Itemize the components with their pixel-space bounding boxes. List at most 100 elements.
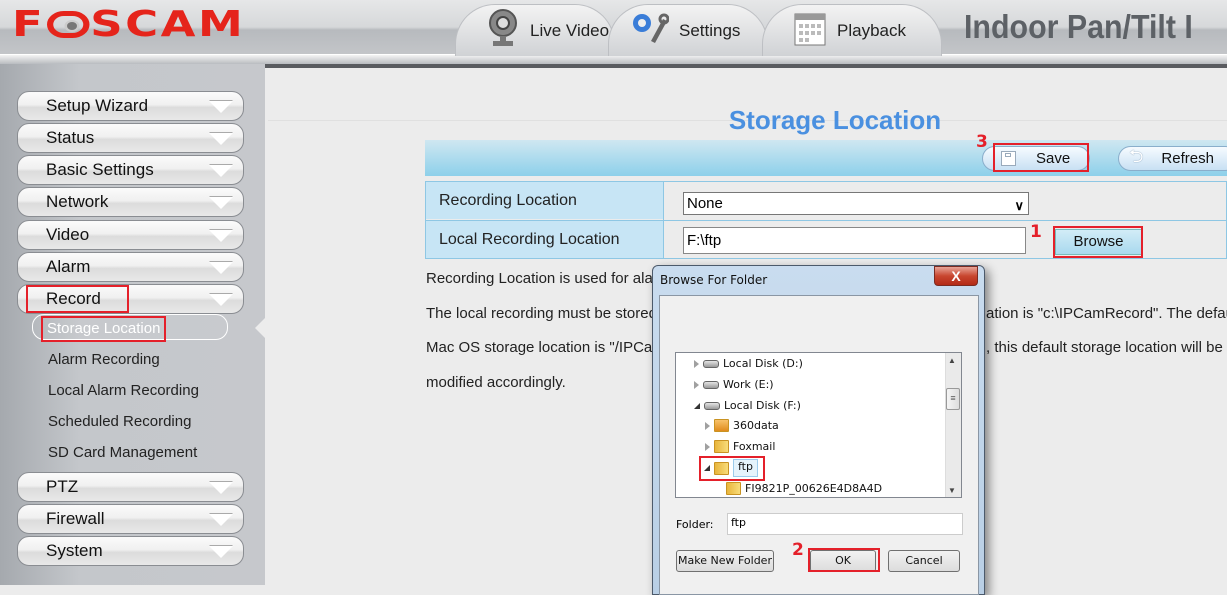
refresh-icon: ⮌	[1129, 145, 1144, 166]
sidebar-item-basic-settings[interactable]: Basic Settings	[17, 155, 244, 185]
column-divider	[663, 182, 664, 258]
description-line-3-cont: , this default storage location will be	[986, 339, 1223, 356]
make-new-folder-button[interactable]: Make New Folder	[676, 550, 774, 572]
folder-icon	[714, 419, 729, 432]
drive-icon	[703, 380, 719, 389]
drive-icon	[703, 359, 719, 368]
submenu-sd-card-management[interactable]: SD Card Management	[48, 444, 197, 461]
close-icon[interactable]: X	[934, 266, 978, 286]
chevron-down-icon	[209, 482, 233, 494]
submenu-local-alarm-recording[interactable]: Local Alarm Recording	[48, 382, 199, 399]
local-recording-location-label: Local Recording Location	[426, 221, 663, 258]
active-pointer	[255, 318, 265, 338]
tree-item-fi9821p[interactable]: FI9821P_00626E4D8A4D	[726, 482, 882, 495]
tab-label: Settings	[679, 20, 741, 40]
chevron-down-icon	[209, 101, 233, 113]
page-title: Storage Location	[728, 105, 942, 135]
step-number-1: 1	[1030, 222, 1042, 242]
chevron-down-icon	[209, 230, 233, 242]
scroll-down-icon[interactable]: ▼	[948, 486, 956, 495]
tab-playback[interactable]: Playback	[762, 4, 942, 56]
chevron-down-icon	[209, 546, 233, 558]
gears-wrench-icon	[629, 11, 670, 50]
chevron-down-icon	[209, 165, 233, 177]
expand-arrow-icon[interactable]	[694, 380, 699, 389]
folder-label: Folder:	[676, 518, 714, 531]
chevron-down-icon	[209, 197, 233, 209]
webcam-icon	[486, 8, 520, 53]
highlight-box-ftp	[699, 456, 765, 481]
description-line-1: Recording Location is used for ala	[426, 270, 653, 287]
refresh-button[interactable]: ⮌ Refresh	[1118, 146, 1227, 171]
chevron-down-icon	[209, 262, 233, 274]
tab-settings[interactable]: Settings	[608, 4, 768, 56]
chevron-down-icon	[209, 514, 233, 526]
collapse-arrow-icon[interactable]	[694, 402, 700, 409]
menu-label: Firewall	[46, 509, 105, 528]
calendar-icon	[793, 9, 827, 52]
product-title: Indoor Pan/Tilt I	[964, 8, 1193, 45]
refresh-label: Refresh	[1161, 150, 1214, 167]
tree-label: Foxmail	[733, 440, 776, 453]
cancel-button[interactable]: Cancel	[888, 550, 960, 572]
highlight-box-ok	[808, 548, 880, 572]
menu-label: Basic Settings	[46, 160, 154, 179]
menu-label: Alarm	[46, 257, 91, 276]
drive-icon	[704, 401, 720, 410]
action-toolbar	[425, 140, 1227, 176]
description-line-2: The local recording must be stored	[426, 305, 657, 322]
menu-label: Status	[46, 128, 95, 147]
menu-label: Video	[46, 225, 90, 244]
tab-live-video[interactable]: Live Video	[455, 4, 615, 56]
tree-label: Local Disk (D:)	[723, 357, 803, 370]
tree-scrollbar[interactable]	[945, 353, 961, 497]
menu-label: Setup Wizard	[46, 96, 149, 115]
tab-label: Playback	[837, 20, 906, 40]
menu-label: System	[46, 541, 103, 560]
sidebar-item-system[interactable]: System	[17, 536, 244, 566]
sidebar-item-alarm[interactable]: Alarm	[17, 252, 244, 282]
step-number-2: 2	[792, 540, 804, 560]
highlight-box-storage-location	[41, 316, 166, 342]
tree-label: Work (E:)	[723, 378, 774, 391]
sidebar-item-setup-wizard[interactable]: Setup Wizard	[17, 91, 244, 121]
menu-label: Network	[46, 192, 109, 211]
description-line-3: Mac OS storage location is "/IPCa	[426, 339, 653, 356]
dialog-title: Browse For Folder	[660, 273, 768, 287]
recording-location-select[interactable]: None ∨	[683, 192, 1029, 215]
scrollbar-thumb[interactable]: ≡	[946, 388, 960, 410]
recording-location-label: Recording Location	[426, 182, 663, 219]
chevron-down-icon	[209, 133, 233, 145]
highlight-box-record	[26, 285, 129, 313]
submenu-alarm-recording[interactable]: Alarm Recording	[48, 351, 160, 368]
sidebar-item-video[interactable]: Video	[17, 220, 244, 250]
expand-arrow-icon[interactable]	[694, 359, 699, 368]
chevron-down-icon	[209, 294, 233, 306]
menu-label: PTZ	[46, 477, 79, 496]
folder-name-input[interactable]: ftp	[727, 513, 963, 535]
folder-icon	[726, 482, 741, 495]
sidebar-item-firewall[interactable]: Firewall	[17, 504, 244, 534]
local-recording-location-input[interactable]: F:\ftp	[683, 227, 1026, 254]
tree-label: FI9821P_00626E4D8A4D	[745, 482, 883, 495]
highlight-box-save	[993, 143, 1089, 172]
sidebar-item-ptz[interactable]: PTZ	[17, 472, 244, 502]
select-value: None	[687, 195, 723, 212]
tree-item-foxmail[interactable]: Foxmail	[705, 440, 775, 453]
expand-arrow-icon[interactable]	[705, 421, 710, 430]
folder-icon	[714, 440, 729, 453]
tab-label: Live Video	[530, 20, 610, 40]
chevron-down-icon: ∨	[1014, 198, 1024, 213]
scroll-up-icon[interactable]: ▲	[948, 356, 956, 365]
sidebar-item-status[interactable]: Status	[17, 123, 244, 153]
tree-item-work-e[interactable]: Work (E:)	[694, 378, 774, 391]
description-line-4: modified accordingly.	[426, 374, 566, 391]
description-line-2-cont: ation is "c:\IPCamRecord". The defau	[986, 305, 1227, 322]
tree-item-local-disk-f[interactable]: Local Disk (F:)	[694, 399, 801, 412]
submenu-scheduled-recording[interactable]: Scheduled Recording	[48, 413, 191, 430]
expand-arrow-icon[interactable]	[705, 442, 710, 451]
tree-item-360data[interactable]: 360data	[705, 419, 779, 432]
foscam-logo: F SCAM	[12, 4, 246, 45]
tree-item-local-disk-d[interactable]: Local Disk (D:)	[694, 357, 803, 370]
sidebar-item-network[interactable]: Network	[17, 187, 244, 217]
